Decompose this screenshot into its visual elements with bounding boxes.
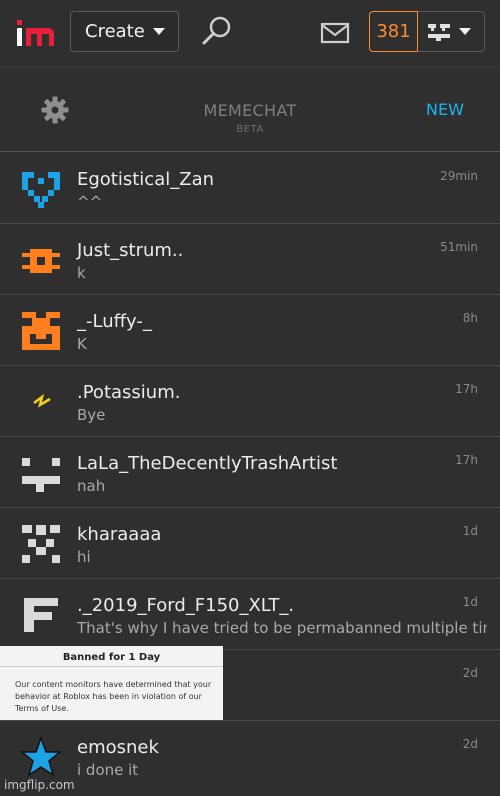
conversation-time: 8h	[462, 311, 478, 325]
create-label: Create	[85, 21, 145, 42]
conversation-row[interactable]: emosnek i done it 2d	[0, 721, 500, 792]
conversation-name: ._2019_Ford_F150_XLT_.	[77, 595, 295, 616]
conversation-name: emosnek	[77, 737, 159, 758]
heart-pixel-avatar-icon	[22, 172, 60, 208]
conversation-row[interactable]: ._2019_Ford_F150_XLT_. That's why I have…	[0, 579, 500, 650]
banned-notice-image: Banned for 1 Day Our content monitors ha…	[0, 646, 223, 720]
conversation-name: LaLa_TheDecentlyTrashArtist	[77, 453, 338, 474]
conversation-message: hi	[77, 548, 91, 566]
notification-count-button[interactable]: 381	[369, 11, 418, 52]
conversation-time: 51min	[440, 240, 478, 254]
gray-face-avatar-icon	[22, 525, 60, 563]
conversation-time: 17h	[455, 453, 478, 467]
conversation-message: That's why I have tried to be permabanne…	[77, 619, 487, 637]
memechat-title: MEMECHAT	[203, 101, 297, 120]
chevron-down-icon	[152, 28, 165, 35]
imgflip-watermark: imgflip.com	[4, 778, 75, 792]
create-button[interactable]: Create	[70, 11, 179, 52]
user-menu-button[interactable]	[418, 11, 485, 52]
conversation-row[interactable]: Just_strum.. k 51min	[0, 224, 500, 295]
gray-pixel-avatar-icon	[22, 458, 60, 492]
notification-count: 381	[376, 21, 411, 42]
blue-star-avatar-icon	[20, 736, 62, 777]
mail-icon[interactable]	[320, 22, 350, 44]
letter-f-avatar-icon	[24, 598, 58, 632]
conversation-row[interactable]: kharaaaa hi 1d	[0, 508, 500, 579]
conversation-name: Just_strum..	[77, 240, 184, 261]
banned-notice-title: Banned for 1 Day	[0, 652, 223, 667]
conversation-row[interactable]: .Potassium. Bye 17h	[0, 366, 500, 437]
conversation-row[interactable]: _-Luffy-_ K 8h	[0, 295, 500, 366]
conversation-name: _-Luffy-_	[77, 311, 152, 332]
orange-face-avatar-icon	[22, 312, 60, 350]
conversation-time: 2d	[462, 666, 478, 680]
lightning-avatar-icon	[33, 393, 51, 408]
conversation-time: 17h	[455, 382, 478, 396]
conversation-time: 2d	[462, 737, 478, 751]
conversation-row[interactable]: LaLa_TheDecentlyTrashArtist nah 17h	[0, 437, 500, 508]
user-avatar-icon	[428, 23, 450, 41]
conversation-name: Egotistical_Zan	[77, 169, 215, 190]
banned-notice-body: Our content monitors have determined tha…	[15, 680, 212, 713]
top-navbar: Create 381	[0, 0, 500, 68]
conversation-time: 1d	[462, 524, 478, 538]
conversation-message: ^^	[77, 193, 103, 211]
new-chat-button[interactable]: NEW	[426, 100, 464, 119]
conversation-name: kharaaaa	[77, 524, 162, 545]
memechat-beta-label: BETA	[236, 124, 264, 135]
conversation-message: Bye	[77, 406, 106, 424]
search-icon[interactable]	[200, 14, 234, 48]
conversation-message: i done it	[77, 761, 139, 779]
conversation-time: 29min	[440, 169, 478, 183]
conversation-message: k	[77, 264, 86, 282]
conversation-message: nah	[77, 477, 106, 495]
imgflip-logo-icon[interactable]	[14, 16, 56, 50]
conversation-name: .Potassium.	[77, 382, 181, 403]
conversation-message: K	[77, 335, 87, 353]
conversation-row[interactable]: Egotistical_Zan ^^ 29min	[0, 153, 500, 224]
orange-pixel-avatar-icon	[22, 249, 60, 273]
chevron-down-icon	[459, 28, 471, 35]
conversation-time: 1d	[462, 595, 478, 609]
